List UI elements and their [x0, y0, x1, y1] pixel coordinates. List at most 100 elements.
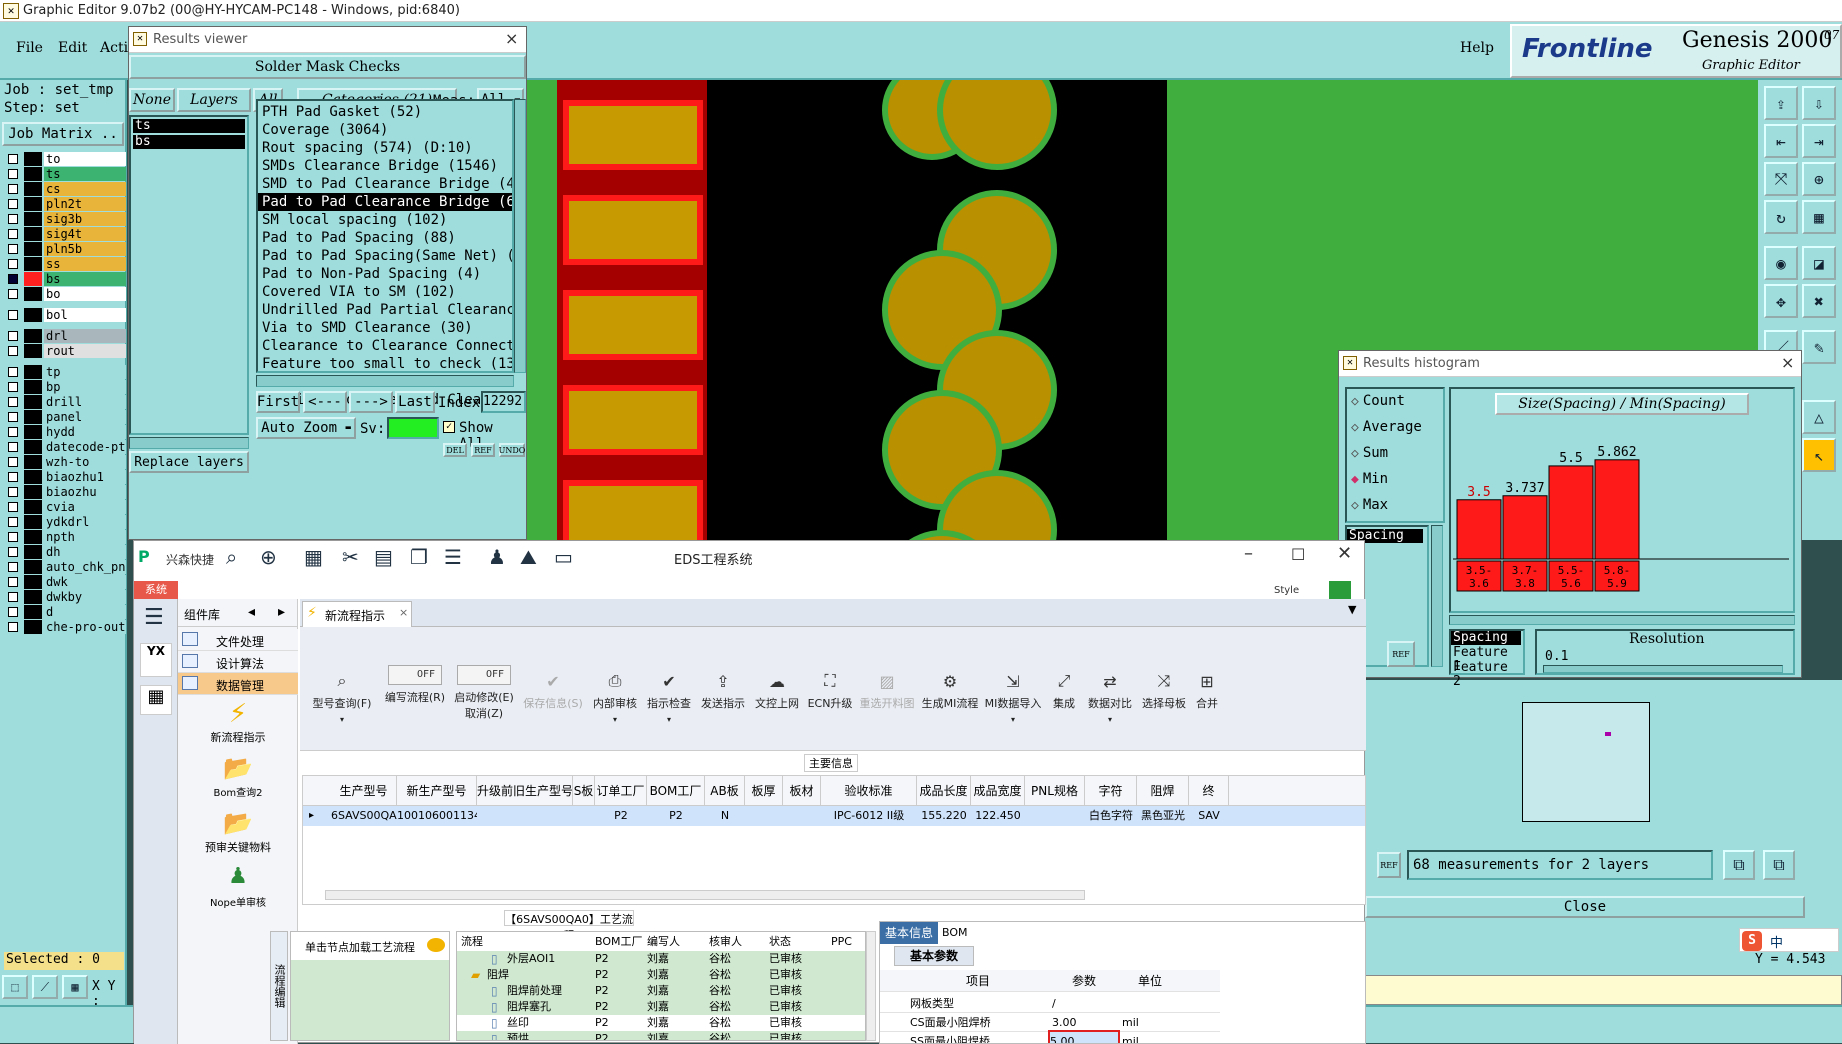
- rv-index-field[interactable]: 12292: [481, 391, 526, 413]
- rv-undo-button[interactable]: UNDO: [499, 443, 525, 457]
- category-item[interactable]: Pad to Pad Spacing (88): [258, 229, 512, 247]
- layer-swatch[interactable]: [24, 425, 42, 439]
- layer-row[interactable]: bol: [4, 308, 126, 322]
- layer-swatch[interactable]: [24, 395, 42, 409]
- layer-row[interactable]: dwk: [4, 575, 126, 589]
- layer-checkbox[interactable]: [8, 622, 18, 632]
- flow-scrollbar[interactable]: [866, 931, 876, 1041]
- toolbar-button[interactable]: ⤨ 选择母板: [1136, 627, 1192, 750]
- layer-checkbox[interactable]: [8, 229, 18, 239]
- screen-icon[interactable]: ▭: [554, 545, 573, 569]
- layer-checkbox[interactable]: [8, 442, 18, 452]
- rv-category-list[interactable]: PTH Pad Gasket (52) Coverage (3064) Rout s…: [256, 99, 514, 408]
- minimize-icon[interactable]: –: [1244, 543, 1253, 564]
- hist-chart-scroll[interactable]: [1449, 615, 1795, 625]
- rv-layer-item[interactable]: ts: [133, 119, 245, 133]
- flow-header-cell[interactable]: 状态: [769, 932, 829, 951]
- grid-icon[interactable]: ▦: [304, 545, 323, 569]
- cursor-icon[interactable]: ↖: [1802, 438, 1836, 472]
- info-tab-basic[interactable]: 基本信息: [880, 922, 938, 944]
- layer-swatch[interactable]: [24, 227, 42, 241]
- layer-swatch[interactable]: [24, 212, 42, 226]
- zoom-back-icon[interactable]: ⇩: [1802, 86, 1836, 120]
- layer-swatch[interactable]: [24, 485, 42, 499]
- category-item[interactable]: Via to SMD Clearance (30): [258, 319, 512, 337]
- category-item[interactable]: SM local spacing (102): [258, 211, 512, 229]
- menu-actions[interactable]: Acti: [100, 40, 128, 56]
- layer-checkbox[interactable]: [8, 169, 18, 179]
- launcher-bom[interactable]: 📂 Bom查询2: [178, 754, 298, 804]
- hist-mode-option[interactable]: ◇ Sum: [1351, 445, 1388, 461]
- params-row[interactable]: CS面最小阻焊桥 3.00 mil: [880, 1013, 1220, 1032]
- rv-show-all-toggle[interactable]: ✓ Show All: [443, 417, 526, 452]
- column-header[interactable]: 阻焊: [1137, 776, 1189, 806]
- flow-row[interactable]: ▯ 阻焊塞孔 P2 刘嘉 谷松 已审核: [457, 999, 865, 1015]
- calculator-icon[interactable]: ▦: [140, 685, 172, 715]
- params-tab[interactable]: 基本参数: [894, 946, 974, 966]
- layer-swatch[interactable]: [24, 470, 42, 484]
- layer-row[interactable]: panel: [4, 410, 126, 424]
- category-item[interactable]: Pad to Pad Clearance Bridge (68): [258, 193, 512, 211]
- chevron-left-icon[interactable]: ◂: [248, 604, 255, 620]
- snap-icon[interactable]: ◉: [1764, 246, 1798, 280]
- bottom-input[interactable]: [1365, 975, 1842, 1005]
- toolbar-button[interactable]: ⛶ ECN升级: [804, 627, 856, 750]
- flow-header-cell[interactable]: 编写人: [647, 932, 707, 951]
- table-cell[interactable]: P2: [647, 806, 705, 826]
- rv-prev-button[interactable]: <---: [303, 391, 347, 413]
- table-cell[interactable]: [1025, 806, 1085, 826]
- rv-category-hscroll[interactable]: [256, 375, 514, 387]
- tab-menu-icon[interactable]: ▼: [1348, 603, 1356, 616]
- column-header[interactable]: 订单工厂: [595, 776, 647, 806]
- column-header[interactable]: 板材: [783, 776, 821, 806]
- triangle-icon[interactable]: △: [1802, 400, 1836, 434]
- layer-checkbox[interactable]: [8, 310, 18, 320]
- layer-row[interactable]: tp: [4, 365, 126, 379]
- hist-export-icon[interactable]: ⧉: [1723, 850, 1755, 880]
- layer-row[interactable]: bp: [4, 380, 126, 394]
- toolbar-button[interactable]: OFF 编写流程(R): [380, 627, 450, 750]
- hist-resolution-slider[interactable]: [1543, 665, 1783, 673]
- nav-item-data[interactable]: 数据管理: [178, 673, 298, 695]
- layer-swatch[interactable]: [24, 620, 42, 634]
- layer-swatch[interactable]: [24, 380, 42, 394]
- toolbar-button[interactable]: OFF 启动修改(E) 取消(Z): [450, 627, 518, 750]
- layer-checkbox[interactable]: [8, 259, 18, 269]
- toolbar-button[interactable]: ⇪ 发送指示: [696, 627, 750, 750]
- hist-field-scroll[interactable]: [1431, 525, 1443, 667]
- params-row[interactable]: 网板类型 /: [880, 994, 1220, 1013]
- params-header-cell[interactable]: 项目: [908, 970, 1048, 992]
- layer-checkbox[interactable]: [8, 457, 18, 467]
- layer-swatch[interactable]: [24, 152, 42, 166]
- toolbar-button[interactable]: ☁ 文控上网: [750, 627, 804, 750]
- hist-feature-list[interactable]: Spacing Feature 1 Feature 2: [1449, 629, 1525, 689]
- params-cell[interactable]: 3.00: [1052, 1013, 1120, 1032]
- hist-close-icon[interactable]: ×: [1781, 353, 1794, 372]
- table-cell[interactable]: 155.220: [917, 806, 971, 826]
- launcher-material[interactable]: 📂 预审关键物料: [178, 809, 298, 859]
- menu-edit[interactable]: Edit: [58, 40, 87, 56]
- params-header-cell[interactable]: 单位: [1120, 970, 1180, 992]
- category-item[interactable]: Feature too small to check (1358): [258, 355, 512, 373]
- toolbar-button[interactable]: ⌕ 型号查询(F) ▾: [304, 627, 380, 750]
- layer-swatch[interactable]: [24, 545, 42, 559]
- help-icon[interactable]: ⊕: [260, 545, 277, 569]
- table-cell[interactable]: 白色字符: [1085, 806, 1137, 826]
- toolbar-button[interactable]: ⊞ 合并: [1192, 627, 1222, 750]
- layer-checkbox[interactable]: [8, 532, 18, 542]
- toolbar-button[interactable]: ⇄ 数据对比 ▾: [1084, 627, 1136, 750]
- layer-swatch[interactable]: [24, 344, 42, 358]
- column-header[interactable]: 成品长度: [917, 776, 971, 806]
- rv-ref-button[interactable]: REF: [471, 443, 495, 457]
- table-cell[interactable]: [783, 806, 821, 826]
- table-cell[interactable]: 黑色亚光: [1137, 806, 1189, 826]
- layer-swatch[interactable]: [24, 575, 42, 589]
- category-item[interactable]: SMD to Pad Clearance Bridge (42): [258, 175, 512, 193]
- launcher-nope[interactable]: ♟ Nope单审核: [178, 864, 298, 914]
- layer-swatch[interactable]: [24, 560, 42, 574]
- layer-swatch[interactable]: [24, 590, 42, 604]
- layer-swatch[interactable]: [24, 500, 42, 514]
- layer-checkbox[interactable]: [8, 547, 18, 557]
- layer-row[interactable]: wzh-to: [4, 455, 126, 469]
- column-header[interactable]: 升级前旧生产型号: [477, 776, 573, 806]
